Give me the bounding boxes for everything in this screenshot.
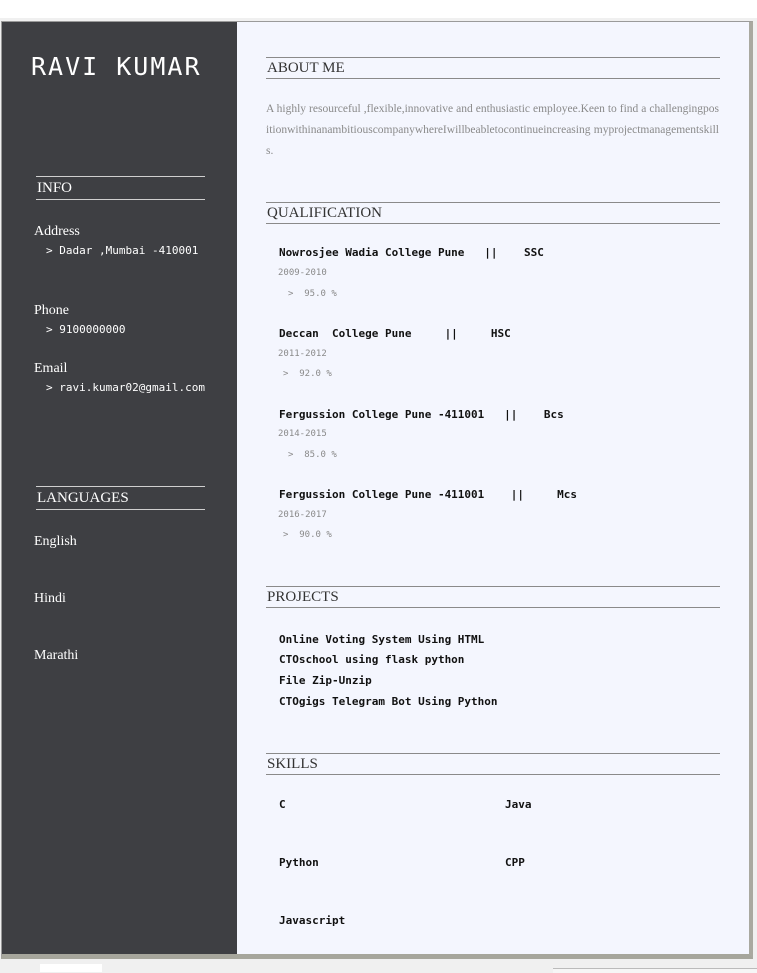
- footer-tab: [40, 964, 102, 972]
- project-item: File Zip-Unzip: [279, 674, 372, 687]
- address-value: > Dadar ,Mumbai -410001: [46, 244, 199, 257]
- skill-item: C: [279, 798, 286, 811]
- project-item: CTOgigs Telegram Bot Using Python: [279, 695, 498, 708]
- skill-item: Python: [279, 856, 319, 869]
- skill-item: CPP: [505, 856, 525, 869]
- language-item: Hindi: [34, 591, 66, 606]
- skill-item: Java: [505, 798, 532, 811]
- qualification-title: Fergussion College Pune -411001 || Mcs: [279, 488, 578, 501]
- qualification-title: Nowrosjee Wadia College Pune || SSC: [279, 246, 544, 259]
- email-label: Email: [34, 361, 68, 376]
- email-value: > ravi.kumar02@gmail.com: [46, 381, 205, 394]
- projects-heading: PROJECTS: [266, 586, 720, 608]
- sidebar: RAVI KUMAR INFO Address > Dadar ,Mumbai …: [2, 22, 237, 954]
- qualification-score: > 92.0 %: [283, 369, 332, 379]
- top-band: [0, 0, 757, 18]
- skill-item: Javascript: [279, 914, 346, 927]
- qualification-title: Fergussion College Pune -411001 || Bcs: [279, 408, 564, 421]
- qualification-title: Deccan College Pune || HSC: [279, 327, 511, 340]
- qualification-years: 2009-2010: [278, 268, 327, 278]
- about-heading: ABOUT ME: [266, 57, 720, 79]
- project-item: Online Voting System Using HTML: [279, 633, 485, 646]
- info-heading: INFO: [36, 176, 205, 200]
- qualification-years: 2014-2015: [278, 429, 327, 439]
- about-text: A highly resourceful ,flexible,innovativ…: [266, 103, 719, 157]
- qualification-years: 2011-2012: [278, 349, 327, 359]
- resume-page: RAVI KUMAR INFO Address > Dadar ,Mumbai …: [1, 21, 753, 959]
- languages-heading: LANGUAGES: [36, 486, 205, 510]
- candidate-name: RAVI KUMAR: [31, 52, 202, 81]
- project-item: CTOschool using flask python: [279, 653, 465, 666]
- main-content: ABOUT ME A highly resourceful ,flexible,…: [237, 22, 749, 954]
- skills-heading: SKILLS: [266, 753, 720, 775]
- language-item: English: [34, 534, 77, 549]
- phone-label: Phone: [34, 303, 69, 318]
- qualification-score: > 85.0 %: [288, 450, 337, 460]
- address-label: Address: [34, 224, 80, 239]
- qualification-score: > 90.0 %: [283, 530, 332, 540]
- language-item: Marathi: [34, 648, 79, 663]
- footer-bar: [553, 968, 757, 973]
- qualification-years: 2016-2017: [278, 510, 327, 520]
- qualification-score: > 95.0 %: [288, 289, 337, 299]
- phone-value: > 9100000000: [46, 323, 126, 336]
- qualification-heading: QUALIFICATION: [266, 202, 720, 224]
